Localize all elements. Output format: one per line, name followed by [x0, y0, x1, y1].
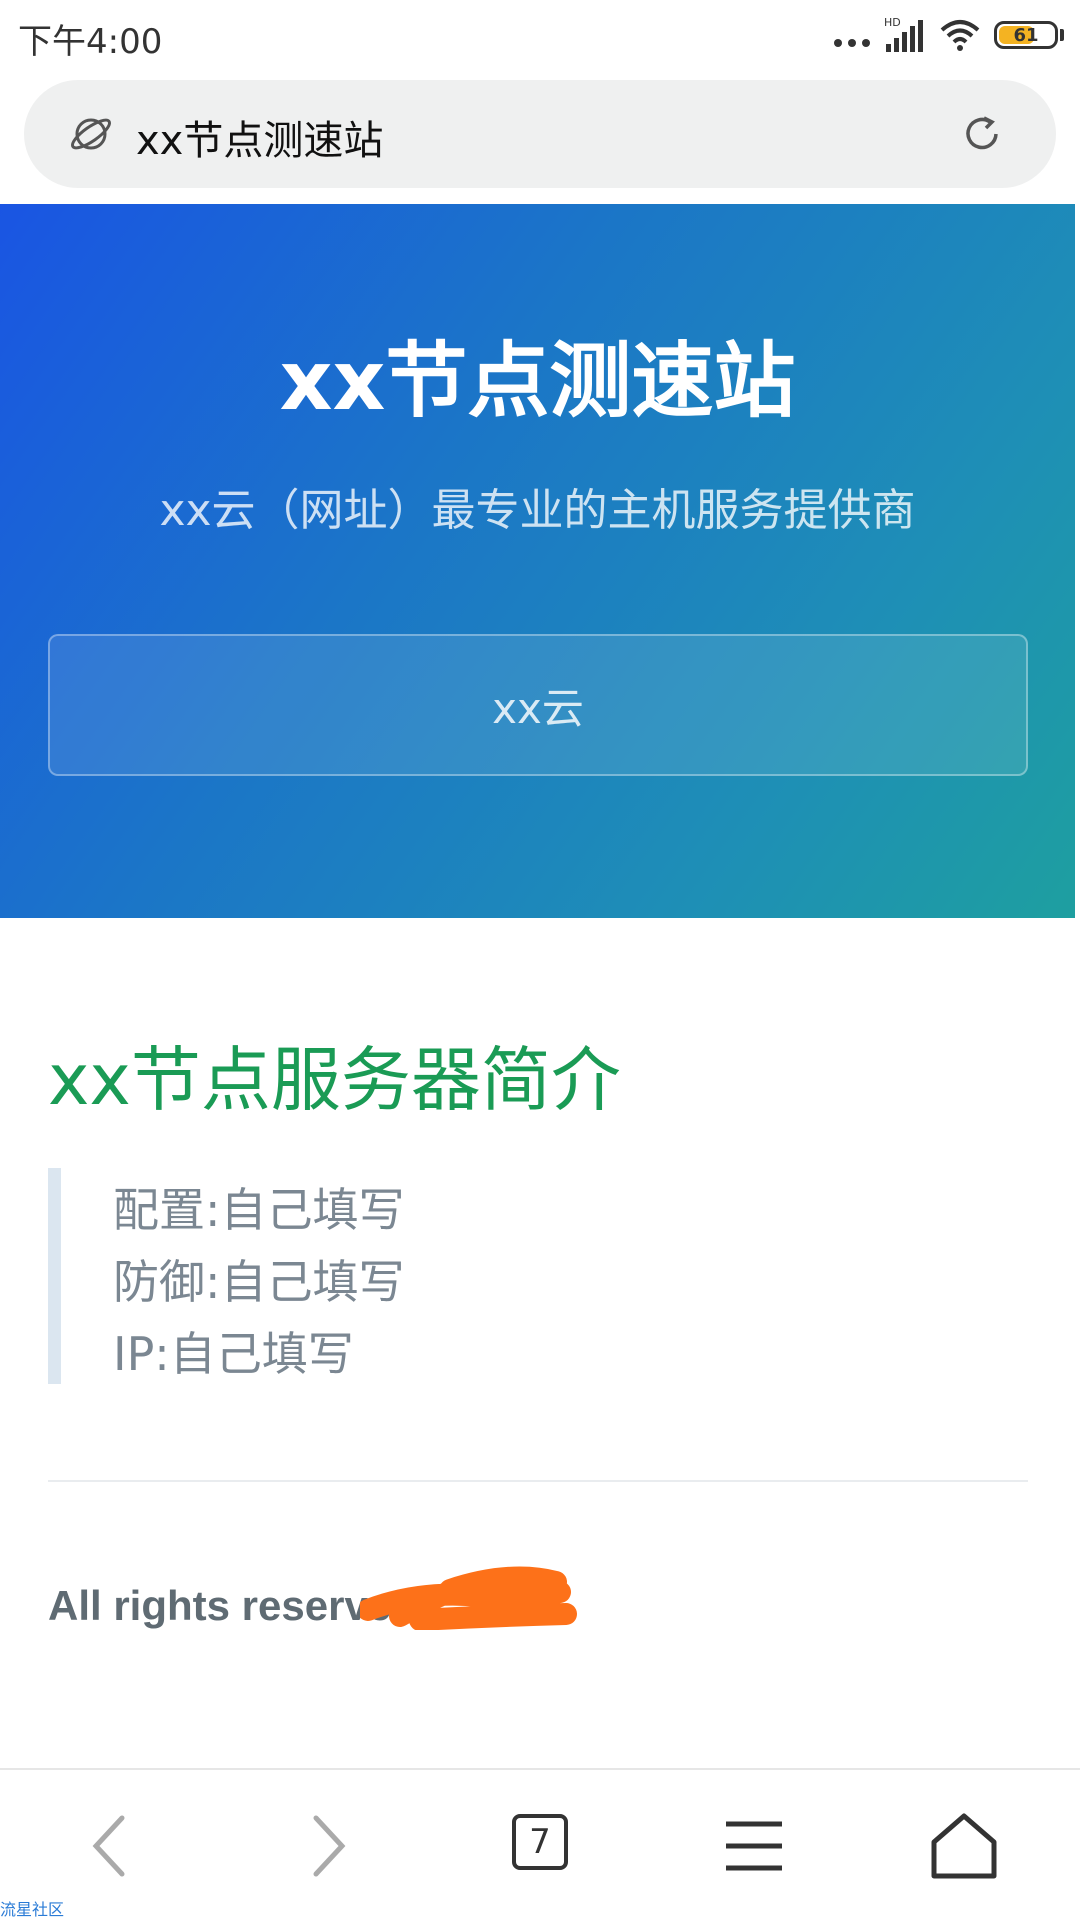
- tabs-icon[interactable]: 7: [512, 1814, 568, 1870]
- hero-title: xx节点测速站: [279, 334, 796, 429]
- refresh-icon[interactable]: [960, 112, 1004, 156]
- address-bar[interactable]: xx节点测速站: [24, 80, 1056, 188]
- more-dots-icon: [834, 17, 870, 53]
- battery-icon: 61: [994, 21, 1064, 49]
- config-line: 配置:自己填写: [113, 1183, 405, 1237]
- status-time: 下午4:00: [18, 22, 163, 62]
- status-icons: HD 61: [834, 16, 1064, 54]
- provider-button[interactable]: xx云: [48, 634, 1028, 776]
- network-type-label: HD: [884, 16, 901, 29]
- browser-bottom-nav: 7: [0, 1768, 1080, 1920]
- battery-level: 61: [1013, 24, 1039, 46]
- menu-icon[interactable]: [714, 1806, 794, 1886]
- back-icon[interactable]: [72, 1806, 152, 1886]
- home-icon[interactable]: [924, 1806, 1004, 1886]
- defense-line: 防御:自己填写: [113, 1255, 405, 1309]
- forward-icon[interactable]: [286, 1806, 366, 1886]
- watermark-text: 流星社区: [0, 1900, 65, 1919]
- divider: [48, 1480, 1028, 1482]
- planet-icon[interactable]: [68, 112, 114, 156]
- signal-icon: HD: [884, 16, 923, 52]
- server-info-block: 配置:自己填写 防御:自己填写 IP:自己填写: [48, 1168, 1028, 1384]
- redaction-scribble: [360, 1566, 577, 1630]
- status-bar: 下午4:00 HD 61: [0, 0, 1080, 72]
- section-heading: xx节点服务器简介: [48, 1039, 621, 1121]
- hero-subtitle: xx云（网址）最专业的主机服务提供商: [159, 485, 916, 536]
- wifi-icon: [940, 20, 980, 51]
- ip-line: IP:自己填写: [113, 1327, 354, 1381]
- hero-banner: xx节点测速站 xx云（网址）最专业的主机服务提供商 xx云: [0, 204, 1075, 918]
- address-text[interactable]: xx节点测速站: [136, 108, 383, 166]
